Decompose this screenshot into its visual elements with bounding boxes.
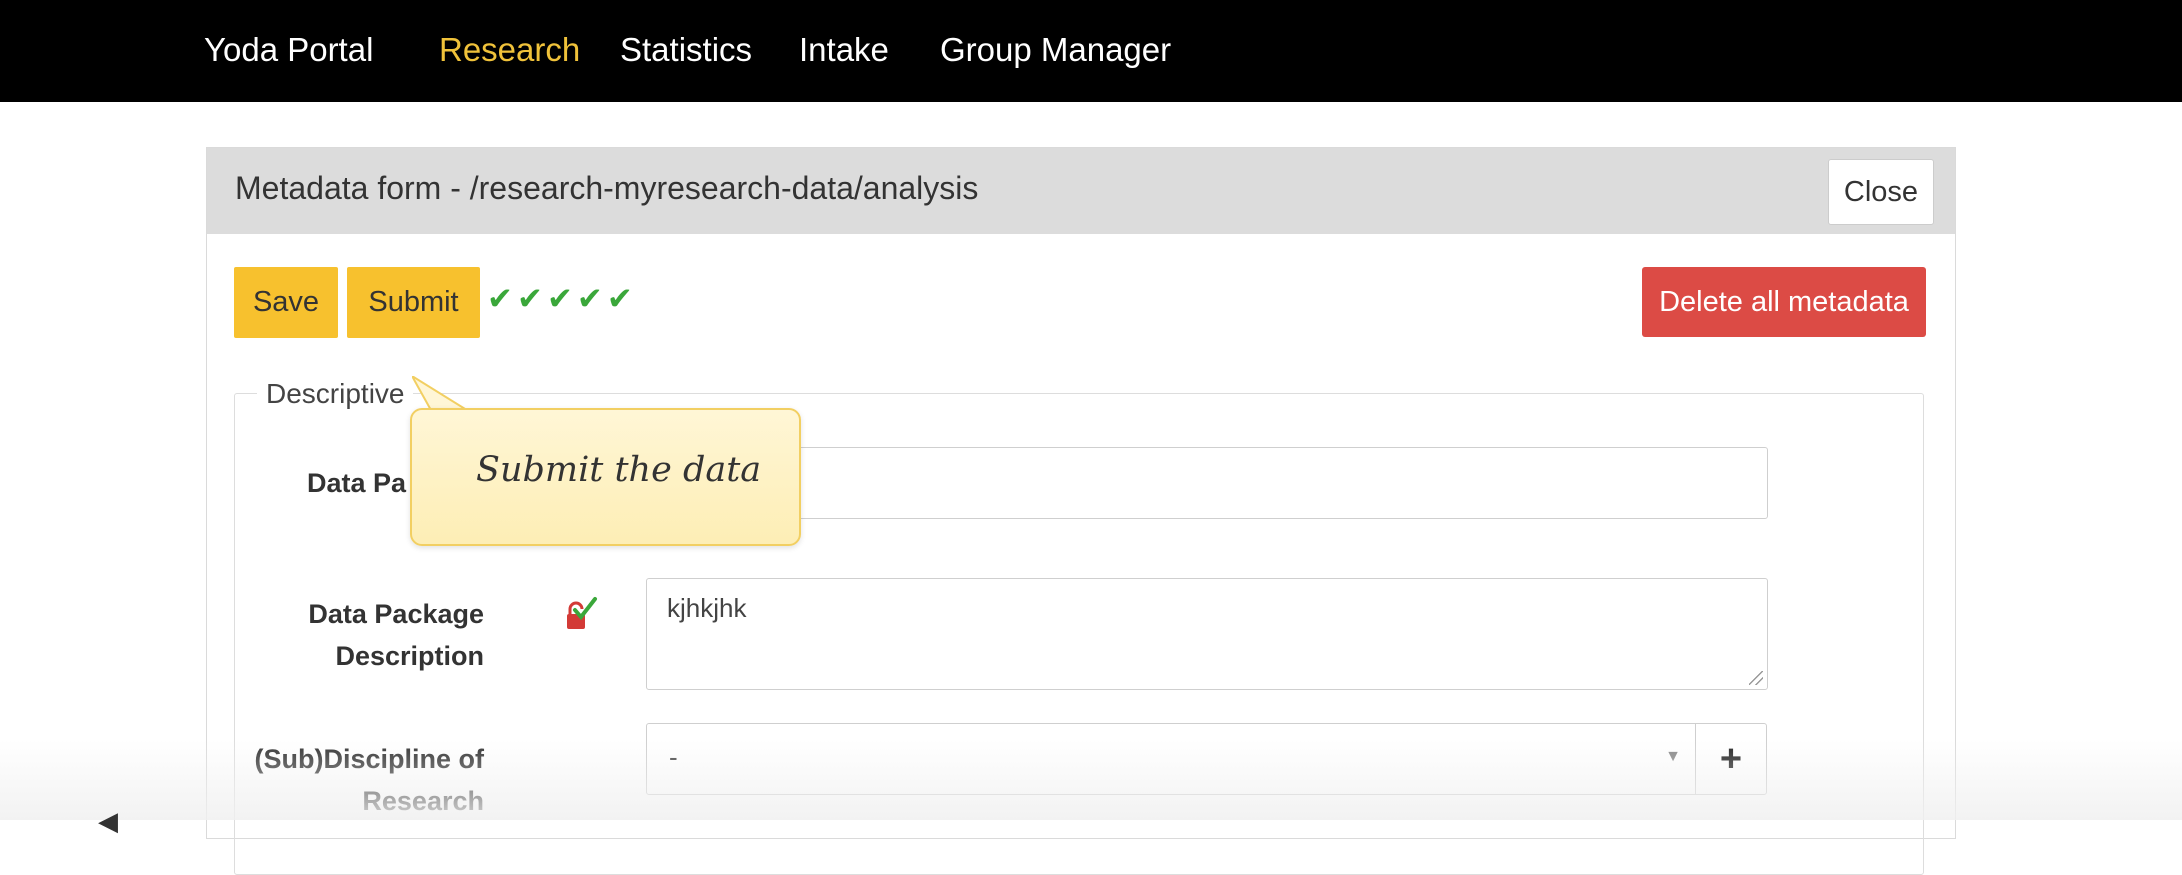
- description-label-line1: Data Package: [308, 599, 484, 629]
- submit-button[interactable]: Submit: [347, 267, 480, 338]
- nav-statistics[interactable]: Statistics: [620, 28, 752, 72]
- nav-group-manager[interactable]: Group Manager: [940, 28, 1171, 72]
- brand-link[interactable]: Yoda Portal: [204, 28, 373, 72]
- description-label-line2: Description: [335, 641, 484, 671]
- description-value: kjhkjhk: [667, 593, 747, 623]
- description-textarea[interactable]: kjhkjhk: [646, 578, 1768, 690]
- validation-checks: ✔✔✔✔✔: [487, 281, 637, 316]
- discipline-selected-value: -: [669, 742, 678, 772]
- discipline-label-line2: Research: [362, 786, 484, 816]
- nav-intake[interactable]: Intake: [799, 28, 889, 72]
- submit-tooltip: Submit the data: [410, 408, 801, 546]
- tooltip-text: Submit the data: [476, 450, 762, 490]
- close-button[interactable]: Close: [1828, 159, 1934, 225]
- discipline-select[interactable]: - ▼: [646, 723, 1696, 795]
- title-input[interactable]: [646, 447, 1768, 519]
- tooltip-tail: [412, 376, 472, 412]
- lock-check-icon: [567, 597, 597, 629]
- chevron-down-icon: ▼: [1665, 748, 1681, 765]
- panel-title: Metadata form - /research-myresearch-dat…: [235, 170, 979, 206]
- top-navbar: Yoda Portal Research Statistics Intake G…: [0, 0, 2182, 102]
- add-discipline-button[interactable]: +: [1695, 723, 1767, 795]
- save-button[interactable]: Save: [234, 267, 338, 338]
- delete-all-metadata-button[interactable]: Delete all metadata: [1642, 267, 1926, 337]
- panel-header: Metadata form - /research-myresearch-dat…: [207, 148, 1955, 234]
- resize-handle-icon[interactable]: [1749, 671, 1763, 685]
- back-arrow-icon[interactable]: ◀: [98, 806, 118, 837]
- discipline-label-line1: (Sub)Discipline of: [254, 744, 485, 774]
- fieldset-legend: Descriptive: [257, 378, 414, 410]
- nav-research[interactable]: Research: [439, 28, 580, 72]
